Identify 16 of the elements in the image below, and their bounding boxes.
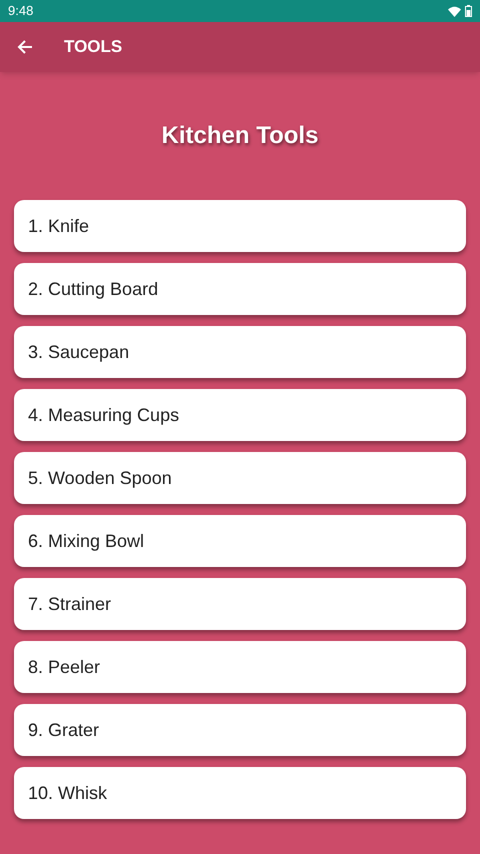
list-item[interactable]: 8. Peeler [14, 641, 466, 693]
app-bar-title: TOOLS [64, 36, 122, 58]
list-item[interactable]: 7. Strainer [14, 578, 466, 630]
list-item[interactable]: 1. Knife [14, 200, 466, 252]
list-item[interactable]: 2. Cutting Board [14, 263, 466, 315]
list-item[interactable]: 4. Measuring Cups [14, 389, 466, 441]
back-icon [17, 39, 33, 55]
list-item[interactable]: 3. Saucepan [14, 326, 466, 378]
wifi-icon [448, 6, 461, 16]
list-item[interactable]: 10. Whisk [14, 767, 466, 819]
status-time: 9:48 [8, 2, 34, 20]
list-item[interactable]: 6. Mixing Bowl [14, 515, 466, 567]
battery-icon [465, 5, 472, 17]
page-heading: Kitchen Tools [162, 121, 318, 151]
list-item[interactable]: 5. Wooden Spoon [14, 452, 466, 504]
list-item[interactable]: 9. Grater [14, 704, 466, 756]
